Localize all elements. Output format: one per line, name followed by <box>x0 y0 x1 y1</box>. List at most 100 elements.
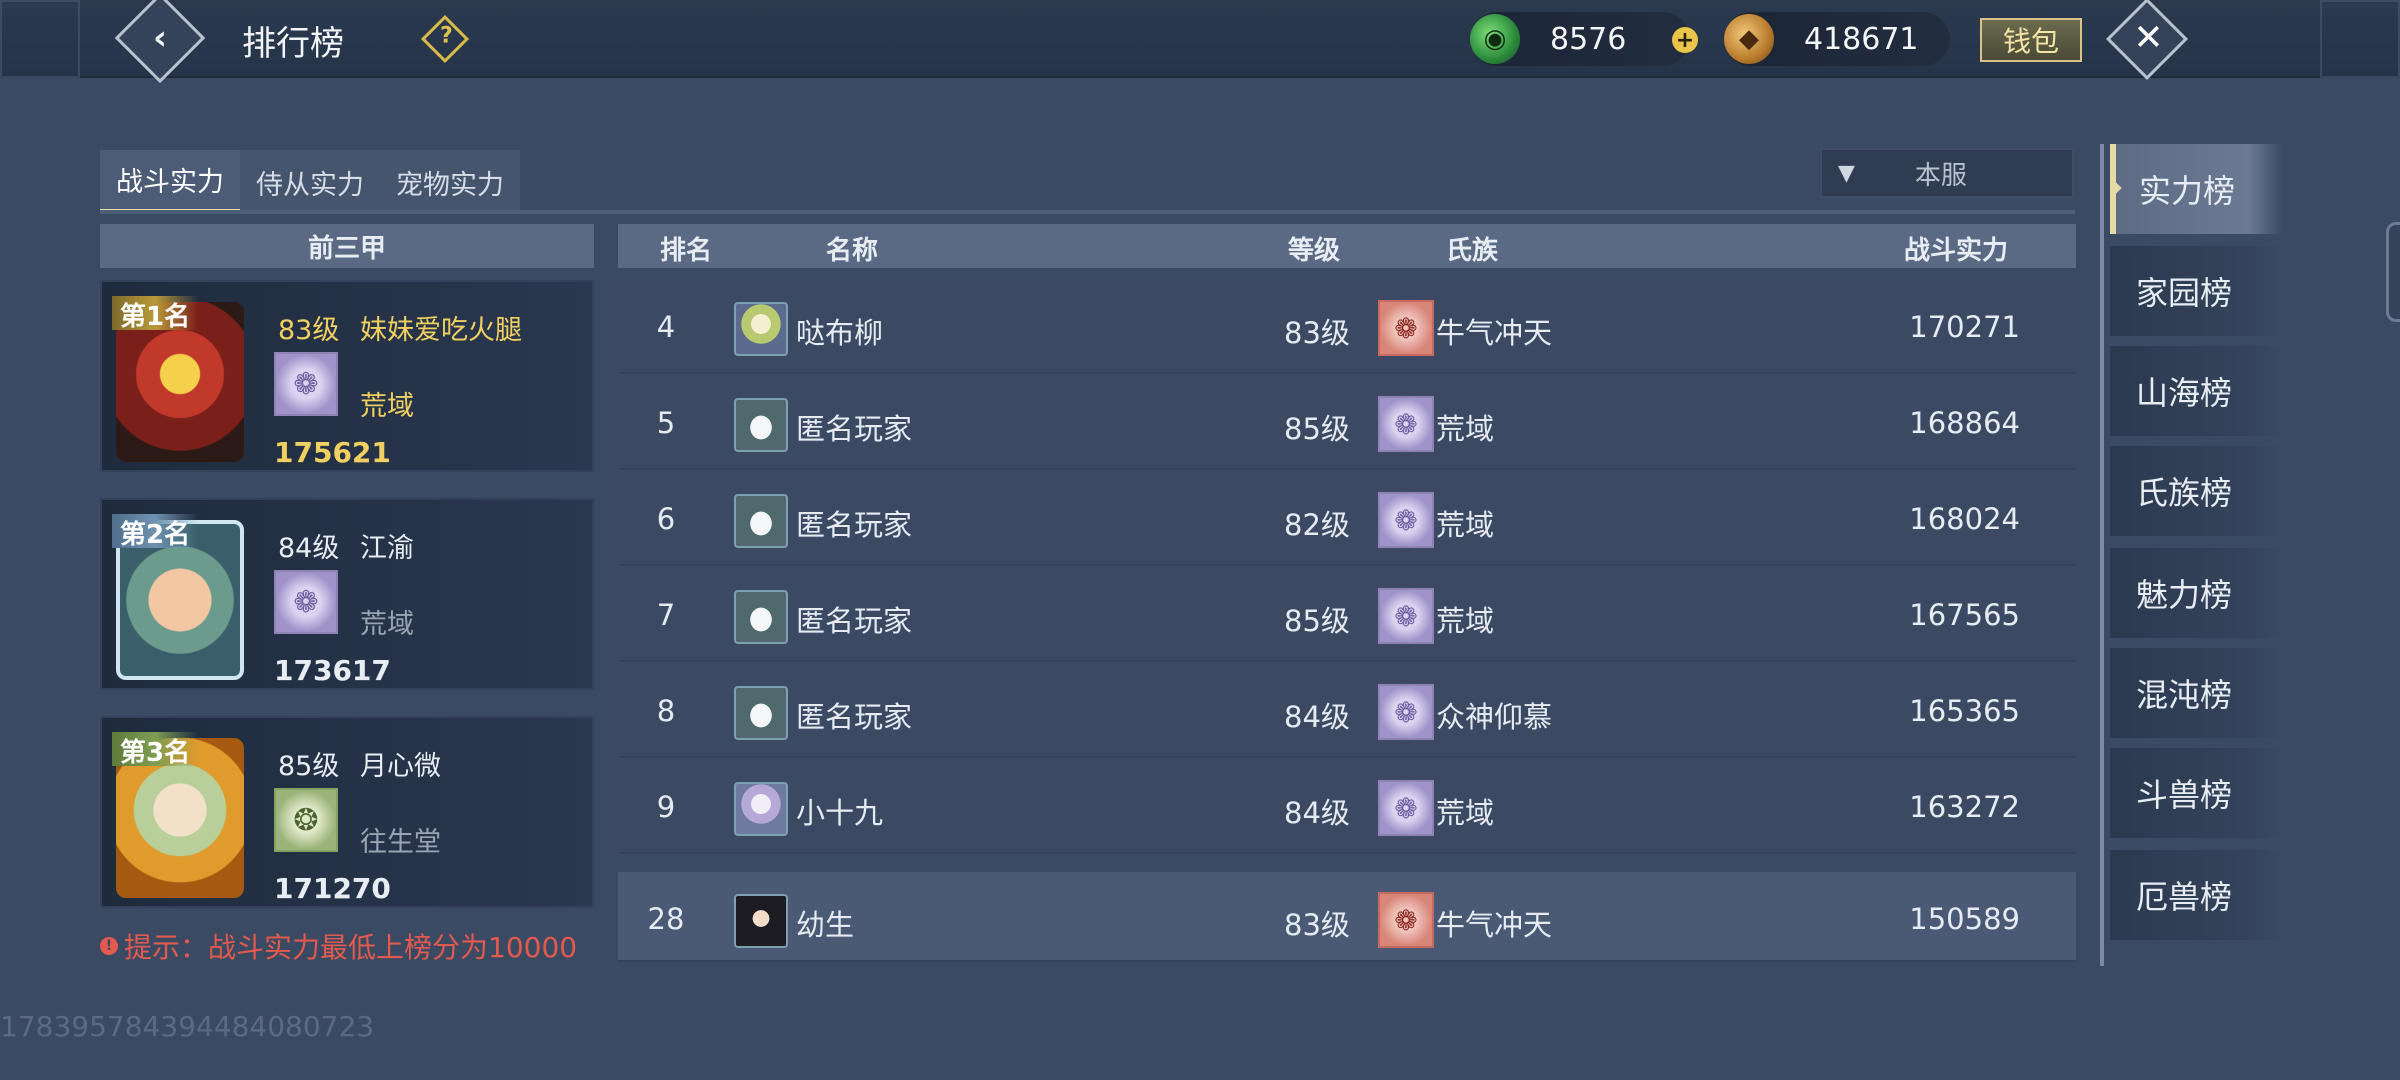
ranking-tip: ! 提示：战斗实力最低上榜分为10000 <box>100 926 577 966</box>
col-power: 战斗实力 <box>1904 236 2009 266</box>
back-button[interactable]: ‹ <box>114 0 206 84</box>
coin-value: 418671 <box>1804 21 1919 57</box>
player-level: 85级 <box>278 751 340 782</box>
avatar <box>734 782 788 836</box>
side-panel-handle[interactable] <box>2386 222 2400 322</box>
clan-emblem-icon: ❁ <box>1378 892 1434 948</box>
player-name: 匿名玩家 <box>796 412 913 446</box>
top3-header: 前三甲 <box>100 224 594 268</box>
table-row[interactable]: 8 匿名玩家 84级 ❁ 众神仰慕 165365 <box>618 664 2076 758</box>
clan-name: 牛气冲天 <box>1436 908 1553 942</box>
watermark-id: 178395784394484080723 <box>0 1010 375 1043</box>
clan-name: 荒域 <box>1436 508 1495 542</box>
side-nav-charm-rank[interactable]: 魅力榜 <box>2110 548 2282 638</box>
clan-emblem-icon: ❁ <box>274 570 338 634</box>
side-nav-calamity-beast-rank[interactable]: 厄兽榜 <box>2110 850 2282 940</box>
side-nav-power-rank[interactable]: 实力榜 <box>2110 144 2282 234</box>
side-nav-shanhai-rank[interactable]: 山海榜 <box>2110 346 2282 436</box>
anonymous-avatar-icon <box>734 590 788 644</box>
player-name: 哒布柳 <box>796 316 884 350</box>
rank-badge: 第1名 <box>112 296 199 332</box>
server-value: 本服 <box>1914 160 1967 191</box>
player-name: 小十九 <box>796 796 884 830</box>
anonymous-avatar-icon <box>734 686 788 740</box>
rank-number: 9 <box>656 790 676 824</box>
server-dropdown[interactable]: ▼ 本服 <box>1820 148 2074 198</box>
chevron-down-icon: ▼ <box>1838 160 1855 186</box>
col-name: 名称 <box>826 236 879 266</box>
side-nav-beast-fight-rank[interactable]: 斗兽榜 <box>2110 748 2282 838</box>
self-rank-row[interactable]: 28 幼生 83级 ❁ 牛气冲天 150589 <box>618 872 2076 962</box>
top3-card-1[interactable]: 第1名 83级 妹妹爱吃火腿 ❁ 荒域 175621 <box>100 280 594 472</box>
question-icon[interactable]: ? <box>420 14 470 64</box>
combat-power: 167565 <box>1909 598 2020 632</box>
player-name: 幼生 <box>796 908 855 942</box>
table-row[interactable]: 9 小十九 84级 ❁ 荒域 163272 <box>618 760 2076 854</box>
player-name: 妹妹爱吃火腿 <box>360 315 522 346</box>
rank-number: 7 <box>656 598 676 632</box>
clan-emblem-icon: ❁ <box>1378 396 1434 452</box>
side-nav-chaos-rank[interactable]: 混沌榜 <box>2110 648 2282 738</box>
top-bar: ‹ 排行榜 ? ◉ 8576 + ◆ 418671 钱包 ✕ <box>0 0 2400 84</box>
rank-badge: 第3名 <box>112 732 199 768</box>
player-level: 85级 <box>1284 412 1350 446</box>
table-header: 排名 名称 等级 氏族 战斗实力 <box>618 224 2076 268</box>
avatar <box>734 894 788 948</box>
category-tabs: 战斗实力 侍从实力 宠物实力 <box>100 150 520 216</box>
col-level: 等级 <box>1288 236 1341 266</box>
combat-power: 168864 <box>1909 406 2020 440</box>
rank-number: 8 <box>656 694 676 728</box>
player-level: 84级 <box>1284 796 1350 830</box>
combat-power: 168024 <box>1909 502 2020 536</box>
clan-emblem-icon: ❁ <box>1378 492 1434 548</box>
player-level: 85级 <box>1284 604 1350 638</box>
close-icon: ✕ <box>2133 17 2164 59</box>
player-name: 匿名玩家 <box>796 700 913 734</box>
warning-icon: ! <box>100 937 118 955</box>
clan-name: 往生堂 <box>360 827 441 858</box>
anonymous-avatar-icon <box>734 494 788 548</box>
clan-name: 荒域 <box>1436 412 1495 446</box>
anonymous-avatar-icon <box>734 398 788 452</box>
back-arrow-icon: ‹ <box>152 18 167 58</box>
player-level: 83级 <box>1284 316 1350 350</box>
add-jade-button[interactable]: + <box>1672 27 1698 53</box>
side-nav-clan-rank[interactable]: 氏族榜 <box>2110 446 2282 536</box>
table-row[interactable]: 4 哒布柳 83级 ❁ 牛气冲天 170271 <box>618 280 2076 374</box>
tip-text: 提示：战斗实力最低上榜分为10000 <box>124 931 578 964</box>
rank-number: 5 <box>656 406 676 440</box>
rank-number: 4 <box>656 310 676 344</box>
close-button[interactable]: ✕ <box>2105 0 2189 81</box>
clan-emblem-icon: ❁ <box>1378 588 1434 644</box>
table-row[interactable]: 7 匿名玩家 85级 ❁ 荒域 167565 <box>618 568 2076 662</box>
top3-card-3[interactable]: 第3名 85级 月心微 ❂ 往生堂 171270 <box>100 716 594 908</box>
player-level: 83级 <box>1284 908 1350 942</box>
top3-card-2[interactable]: 第2名 84级 江渝 ❁ 荒域 173617 <box>100 498 594 690</box>
avatar <box>734 302 788 356</box>
combat-power: 150589 <box>1909 902 2020 936</box>
table-row[interactable]: 5 匿名玩家 85级 ❁ 荒域 168864 <box>618 376 2076 470</box>
player-level: 83级 <box>278 315 340 346</box>
clan-name: 荒域 <box>1436 796 1495 830</box>
page-title: 排行榜 <box>242 24 344 64</box>
player-name: 匿名玩家 <box>796 604 913 638</box>
combat-power: 171270 <box>274 872 391 905</box>
player-level: 84级 <box>278 533 340 564</box>
table-row[interactable]: 6 匿名玩家 82级 ❁ 荒域 168024 <box>618 472 2076 566</box>
clan-emblem-icon: ❁ <box>1378 300 1434 356</box>
combat-power: 173617 <box>274 654 391 687</box>
jade-value: 8576 <box>1550 21 1627 57</box>
coin-icon: ◆ <box>1724 14 1774 64</box>
clan-emblem-icon: ❁ <box>1378 780 1434 836</box>
player-level: 82级 <box>1284 508 1350 542</box>
tab-attendant-power[interactable]: 侍从实力 <box>240 150 380 214</box>
tab-pet-power[interactable]: 宠物实力 <box>380 150 520 214</box>
tabs-divider <box>100 210 2075 214</box>
combat-power: 170271 <box>1909 310 2020 344</box>
jade-icon: ◉ <box>1470 14 1520 64</box>
wallet-button[interactable]: 钱包 <box>1980 18 2082 62</box>
clan-name: 荒域 <box>360 609 414 640</box>
clan-name: 荒域 <box>1436 604 1495 638</box>
tab-combat-power[interactable]: 战斗实力 <box>100 150 240 214</box>
side-nav-home-rank[interactable]: 家园榜 <box>2110 246 2282 336</box>
